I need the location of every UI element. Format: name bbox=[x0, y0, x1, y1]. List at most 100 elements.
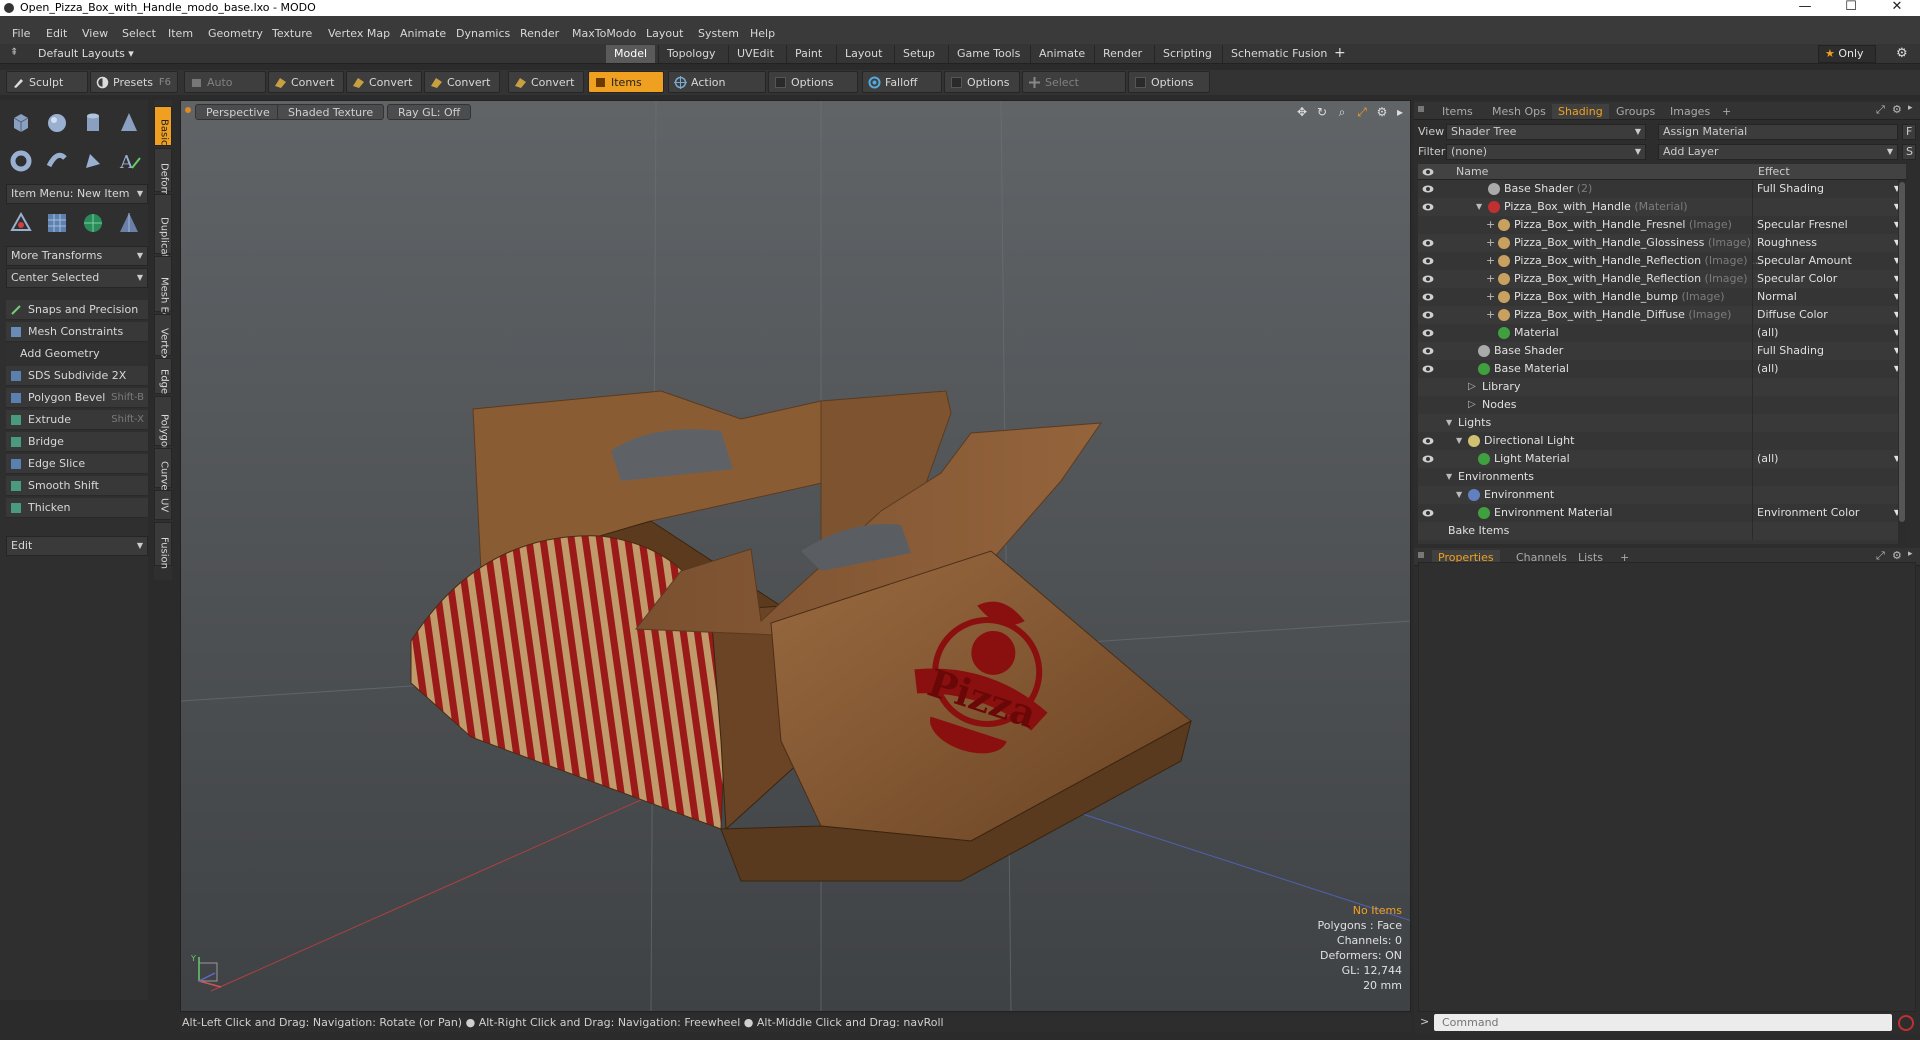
visibility-eye-icon[interactable] bbox=[1422, 454, 1434, 464]
visibility-eye-icon[interactable] bbox=[1422, 508, 1434, 518]
default-layouts-dropdown[interactable]: Default Layouts ▾ bbox=[38, 47, 134, 60]
sculpt-button[interactable]: Sculpt bbox=[6, 71, 88, 93]
tool-bridge[interactable]: Bridge bbox=[6, 432, 148, 452]
expand-arrow-icon[interactable]: ▼ bbox=[1476, 198, 1482, 216]
shader-tree-row[interactable]: + Pizza_Box_with_Handle_Reflection (Image… bbox=[1418, 270, 1906, 288]
shader-tree-row[interactable]: + Pizza_Box_with_Handle_Glossiness (Image… bbox=[1418, 234, 1906, 252]
tab-items[interactable]: Items bbox=[1436, 104, 1479, 119]
menu-dynamics[interactable]: Dynamics bbox=[456, 27, 510, 40]
tool-polygon-bevel[interactable]: Polygon Bevel Shift-B bbox=[6, 388, 148, 408]
layer-effect[interactable] bbox=[1752, 432, 1906, 450]
tab-shading[interactable]: Shading bbox=[1552, 104, 1609, 119]
auto-select-button[interactable]: Auto Select bbox=[184, 71, 266, 111]
filter-dropdown[interactable]: (none) ▼ bbox=[1446, 144, 1646, 160]
panel-expand-icon[interactable]: ▸ bbox=[1908, 103, 1913, 113]
tool-edge-slice[interactable]: Edge Slice bbox=[6, 454, 148, 474]
convert-button-1[interactable]: Convert bbox=[268, 71, 344, 93]
options-button-2[interactable]: Options bbox=[944, 71, 1020, 93]
falloff-button[interactable]: Falloff bbox=[862, 71, 942, 93]
shader-tree-row[interactable]: + Pizza_Box_with_Handle_Diffuse (Image) Di… bbox=[1418, 306, 1906, 324]
viewport-expand-arrow-icon[interactable]: ▸ bbox=[1393, 105, 1407, 119]
more-transforms-dropdown[interactable]: More Transforms ▼ bbox=[6, 246, 148, 266]
visibility-eye-icon[interactable] bbox=[1422, 346, 1434, 356]
pyramid-tool-icon[interactable] bbox=[114, 208, 144, 238]
layer-effect[interactable]: Environment Color ▼ bbox=[1752, 504, 1906, 522]
layer-effect[interactable] bbox=[1752, 486, 1906, 504]
tab-schematic-fusion[interactable]: Schematic Fusion bbox=[1222, 45, 1335, 63]
convert-button-2[interactable]: Convert bbox=[346, 71, 422, 93]
tab-topology[interactable]: Topology bbox=[658, 45, 724, 63]
menu-item[interactable]: Item bbox=[168, 27, 193, 40]
panel-maximize-icon[interactable]: ⤢ bbox=[1876, 103, 1885, 117]
shader-tree-row[interactable]: Light Material (all) ▼ bbox=[1418, 450, 1906, 468]
shading-mode-button[interactable]: Shaded Texture bbox=[277, 104, 385, 120]
assign-material-button[interactable]: Assign Material bbox=[1658, 124, 1898, 140]
cube-primitive-icon[interactable] bbox=[6, 108, 36, 138]
zoom-icon[interactable]: ⌕ bbox=[1335, 105, 1349, 119]
items-mode-button[interactable]: Items bbox=[588, 71, 664, 93]
expand-plus-icon[interactable]: + bbox=[1486, 270, 1495, 288]
tab-paint[interactable]: Paint bbox=[786, 45, 830, 63]
menu-maxtomodo[interactable]: MaxToModo bbox=[572, 27, 636, 40]
pizza-box-model[interactable]: Pizza bbox=[410, 390, 1192, 882]
vtab-edge[interactable]: Edge bbox=[154, 358, 172, 394]
shader-tree-row[interactable]: + Pizza_Box_with_Handle_Fresnel (Image) Sp… bbox=[1418, 216, 1906, 234]
mesh-constraints-button[interactable]: Mesh Constraints bbox=[6, 322, 148, 342]
menu-edit[interactable]: Edit bbox=[46, 27, 67, 40]
layout-settings-gear-icon[interactable]: ⚙ bbox=[1896, 46, 1908, 61]
presets-button[interactable]: Presets F6 bbox=[90, 71, 178, 93]
layer-effect[interactable]: Specular Fresnel ▼ bbox=[1752, 216, 1906, 234]
panel-menu-icon[interactable] bbox=[1418, 552, 1424, 558]
visibility-eye-icon[interactable] bbox=[1422, 328, 1434, 338]
shader-tree-row[interactable]: Base Material (all) ▼ bbox=[1418, 360, 1906, 378]
visibility-eye-icon[interactable] bbox=[1422, 256, 1434, 266]
cone-primitive-icon[interactable] bbox=[114, 108, 144, 138]
menu-texture[interactable]: Texture bbox=[272, 27, 312, 40]
maximize-button[interactable]: ☐ bbox=[1828, 0, 1874, 16]
pen-tool-icon[interactable] bbox=[78, 146, 108, 176]
tab-layout[interactable]: Layout bbox=[836, 45, 890, 63]
panel-expand-icon[interactable]: ▸ bbox=[1908, 549, 1913, 559]
tool-thicken[interactable]: Thicken bbox=[6, 498, 148, 518]
add-layout-tab-button[interactable]: + bbox=[1334, 45, 1346, 61]
tab-render[interactable]: Render bbox=[1094, 45, 1150, 63]
item-menu-dropdown[interactable]: Item Menu: New Item ▼ bbox=[6, 184, 148, 204]
tab-uvedit[interactable]: UVEdit bbox=[728, 45, 782, 63]
layer-effect[interactable] bbox=[1752, 378, 1906, 396]
tab-animate[interactable]: Animate bbox=[1030, 45, 1093, 63]
visibility-eye-icon[interactable] bbox=[1422, 184, 1434, 194]
layer-effect[interactable]: (all) ▼ bbox=[1752, 360, 1906, 378]
visibility-eye-icon[interactable] bbox=[1422, 292, 1434, 302]
s-button[interactable]: S bbox=[1902, 144, 1916, 160]
layer-effect[interactable]: Specular Amount ▼ bbox=[1752, 252, 1906, 270]
vtab-uv[interactable]: UV bbox=[154, 490, 172, 520]
menu-system[interactable]: System bbox=[698, 27, 739, 40]
layer-effect[interactable] bbox=[1752, 468, 1906, 486]
menu-help[interactable]: Help bbox=[750, 27, 775, 40]
menu-view[interactable]: View bbox=[82, 27, 108, 40]
visibility-eye-icon[interactable] bbox=[1422, 436, 1434, 446]
expand-plus-icon[interactable]: + bbox=[1486, 252, 1495, 270]
view-perspective-button[interactable]: Perspective bbox=[195, 104, 281, 120]
options-button-3[interactable]: Options bbox=[1128, 71, 1210, 93]
torus-primitive-icon[interactable] bbox=[6, 146, 36, 176]
cylinder-primitive-icon[interactable] bbox=[78, 108, 108, 138]
tab-setup[interactable]: Setup bbox=[894, 45, 943, 63]
menu-vertex-map[interactable]: Vertex Map bbox=[328, 27, 390, 40]
layer-effect[interactable]: Full Shading ▼ bbox=[1752, 342, 1906, 360]
text-tool-icon[interactable]: A bbox=[114, 146, 144, 176]
tool-smooth-shift[interactable]: Smooth Shift bbox=[6, 476, 148, 496]
expand-plus-icon[interactable]: + bbox=[1486, 306, 1495, 324]
expand-plus-icon[interactable]: + bbox=[1486, 234, 1495, 252]
vtab-vertex[interactable]: Vertex bbox=[154, 314, 172, 360]
tool-sds-subdivide[interactable]: SDS Subdivide 2X bbox=[6, 366, 148, 386]
layer-effect[interactable] bbox=[1752, 414, 1906, 432]
convert-button-4[interactable]: Convert bbox=[508, 71, 584, 93]
grid-tool-icon[interactable] bbox=[42, 208, 72, 238]
tube-primitive-icon[interactable] bbox=[42, 146, 72, 176]
tab-groups[interactable]: Groups bbox=[1610, 104, 1661, 119]
vtab-duplicate[interactable]: Duplicate bbox=[154, 194, 172, 265]
shader-tree-row[interactable]: ▼ Environment bbox=[1418, 486, 1906, 504]
vtab-curve[interactable]: Curve bbox=[154, 448, 172, 491]
expand-arrow-icon[interactable]: ▼ bbox=[1456, 432, 1462, 450]
